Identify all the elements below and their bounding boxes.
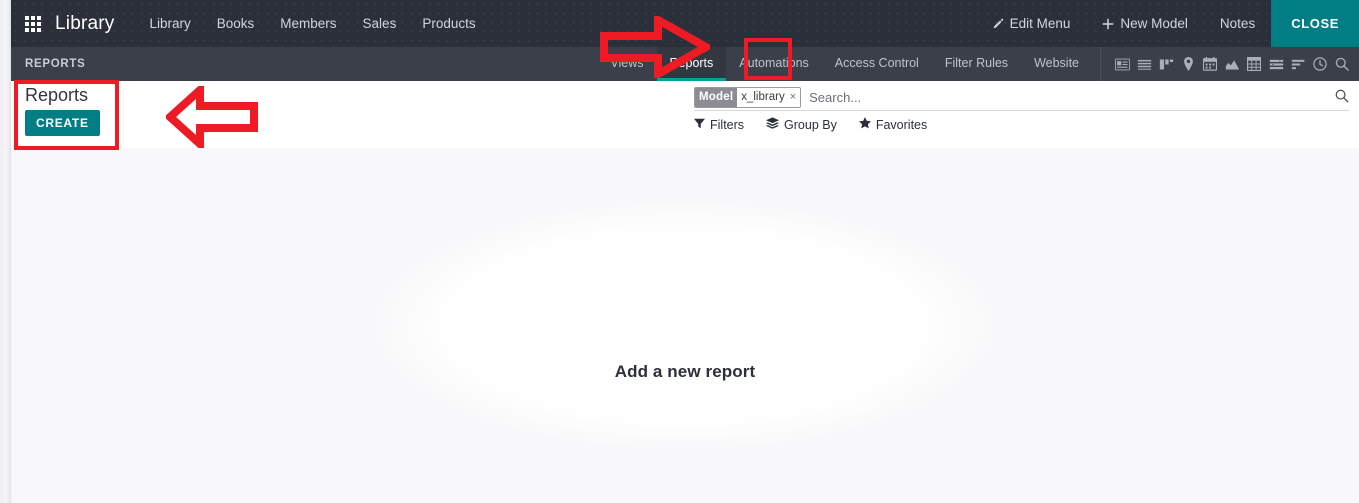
search-icon[interactable] bbox=[1331, 47, 1353, 81]
kanban-card-icon[interactable] bbox=[1111, 47, 1133, 81]
studio-sub-navbar: REPORTS Views Reports Automations Access… bbox=[11, 47, 1359, 81]
tab-filter-rules[interactable]: Filter Rules bbox=[932, 47, 1021, 81]
star-icon bbox=[858, 117, 876, 132]
layers-icon bbox=[766, 117, 784, 132]
navbar-item-sales[interactable]: Sales bbox=[350, 0, 410, 47]
map-pin-icon[interactable] bbox=[1177, 47, 1199, 81]
notes-button[interactable]: Notes bbox=[1204, 0, 1271, 47]
close-studio-button[interactable]: CLOSE bbox=[1271, 0, 1359, 47]
brand-title[interactable]: Library bbox=[55, 13, 114, 35]
page-title: Reports bbox=[25, 85, 89, 105]
reports-content-area: Add a new report bbox=[11, 148, 1359, 503]
pivot-icon[interactable] bbox=[1243, 47, 1265, 81]
create-button[interactable]: CREATE bbox=[25, 110, 100, 136]
control-panel-left: Reports CREATE bbox=[22, 83, 172, 136]
search-icon[interactable] bbox=[1335, 89, 1349, 106]
calendar-icon[interactable] bbox=[1199, 47, 1221, 81]
edit-menu-label: Edit Menu bbox=[1009, 16, 1071, 31]
bar-chart-icon[interactable] bbox=[1287, 47, 1309, 81]
tab-automations[interactable]: Automations bbox=[726, 47, 821, 81]
edit-menu-button[interactable]: Edit Menu bbox=[976, 0, 1087, 47]
search-facet-value-text: x_library bbox=[741, 91, 785, 103]
control-panel: Reports CREATE Model x_library × Search.… bbox=[11, 81, 1359, 149]
favorites-label: Favorites bbox=[875, 117, 928, 132]
new-model-button[interactable]: New Model bbox=[1086, 0, 1204, 47]
pencil-icon bbox=[992, 18, 1004, 30]
page-body: Library Library Books Members Sales Prod… bbox=[11, 0, 1359, 503]
view-switcher bbox=[1100, 47, 1359, 81]
empty-state-vignette bbox=[375, 200, 995, 451]
search-input[interactable] bbox=[807, 88, 1327, 106]
search-panel: Model x_library × Search... Filters Grou… bbox=[694, 85, 1349, 132]
tab-views[interactable]: Views bbox=[597, 47, 656, 81]
apps-menu-button[interactable] bbox=[11, 0, 55, 47]
gantt-icon[interactable] bbox=[1265, 47, 1287, 81]
activity-clock-icon[interactable] bbox=[1309, 47, 1331, 81]
close-icon[interactable]: × bbox=[790, 91, 796, 103]
filters-label: Filters bbox=[710, 117, 745, 132]
navbar-right-group: Edit Menu New Model Notes CLOSE bbox=[976, 0, 1359, 47]
top-navbar: Library Library Books Members Sales Prod… bbox=[11, 0, 1359, 47]
search-facet-label: Model bbox=[695, 87, 738, 107]
empty-state-message: Add a new report bbox=[614, 362, 756, 381]
new-model-label: New Model bbox=[1120, 16, 1188, 31]
navbar-item-products[interactable]: Products bbox=[409, 0, 488, 47]
search-facet-value: x_library × bbox=[737, 87, 801, 107]
graph-icon[interactable] bbox=[1221, 47, 1243, 81]
kanban-columns-icon[interactable] bbox=[1155, 47, 1177, 81]
navbar-item-members[interactable]: Members bbox=[267, 0, 349, 47]
navbar-item-books[interactable]: Books bbox=[204, 0, 268, 47]
filters-dropdown[interactable]: Filters bbox=[694, 118, 744, 132]
navbar-item-library[interactable]: Library bbox=[136, 0, 203, 47]
breadcrumb[interactable]: REPORTS bbox=[11, 47, 86, 81]
tab-website[interactable]: Website bbox=[1021, 47, 1092, 81]
list-icon[interactable] bbox=[1133, 47, 1155, 81]
studio-tabs: Views Reports Automations Access Control… bbox=[597, 47, 1359, 81]
page-left-gutter bbox=[0, 0, 11, 503]
tab-access-control[interactable]: Access Control bbox=[822, 47, 932, 81]
search-view[interactable]: Model x_library × bbox=[694, 85, 1349, 111]
search-options: Filters Group By Favorites bbox=[694, 117, 949, 132]
favorites-dropdown[interactable]: Favorites bbox=[858, 117, 928, 132]
studio-app-window: Library Library Books Members Sales Prod… bbox=[0, 0, 1359, 503]
search-facet-model[interactable]: Model x_library × bbox=[694, 86, 802, 108]
apps-grid-icon bbox=[25, 15, 41, 32]
group-by-label: Group By bbox=[784, 117, 837, 132]
group-by-dropdown[interactable]: Group By bbox=[766, 117, 837, 132]
tab-reports[interactable]: Reports bbox=[656, 47, 727, 81]
funnel-icon bbox=[694, 118, 710, 132]
plus-icon bbox=[1102, 18, 1114, 30]
